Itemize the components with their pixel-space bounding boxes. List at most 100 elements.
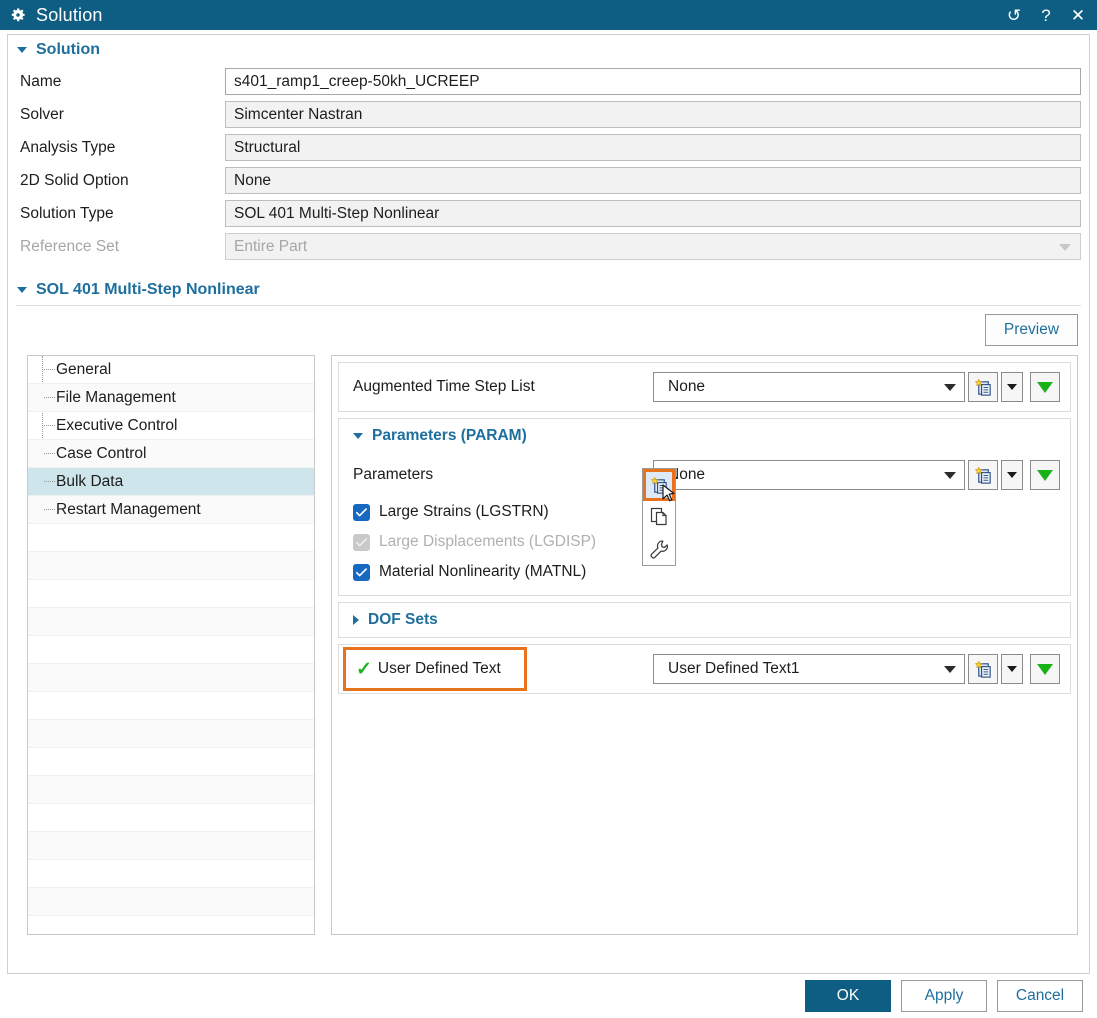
green-down-arrow-icon <box>1037 469 1053 481</box>
label-analysis-type: Analysis Type <box>20 138 116 156</box>
tree-empty-row <box>28 636 314 664</box>
tree-rows: General File Management Executive Control C… <box>28 356 314 934</box>
value-solver: Simcenter Nastran <box>225 101 1081 128</box>
property-row-name: Name s401_ramp1_creep-50kh_UCREEP <box>8 65 1089 98</box>
tree-item-executive-control[interactable]: Executive Control <box>28 412 314 440</box>
parameters-new-button[interactable] <box>968 460 998 490</box>
parameters-section-header[interactable]: Parameters (PARAM) <box>339 419 1070 453</box>
user-defined-text-row: ✓ User Defined Text User Defined Text1 <box>339 645 1070 693</box>
tree-item-file-management[interactable]: File Management <box>28 384 314 412</box>
property-row-2d-solid-option: 2D Solid Option None <box>8 164 1089 197</box>
tree-connector-icon <box>36 496 56 523</box>
tree-connector-icon <box>36 356 56 383</box>
chevron-down-icon <box>1059 243 1071 251</box>
parameters-row: Parameters None <box>339 453 1070 497</box>
label-solution-type: Solution Type <box>20 204 114 222</box>
checkbox-large-displacements-label: Large Displacements (LGDISP) <box>379 533 597 550</box>
group-header-solution-label: Solution <box>36 41 100 58</box>
dof-sets-section-header[interactable]: DOF Sets <box>339 603 1070 637</box>
group-header-sol401[interactable]: SOL 401 Multi-Step Nonlinear <box>8 275 1089 305</box>
augmented-new-button[interactable] <box>968 372 998 402</box>
tree-connector-icon <box>36 440 56 467</box>
tree-item-label: Case Control <box>56 444 147 462</box>
flyout-item-edit[interactable] <box>643 533 675 565</box>
chevron-down-icon <box>1007 384 1017 390</box>
preview-button[interactable]: Preview <box>985 314 1078 346</box>
user-defined-text-new-button[interactable] <box>968 654 998 684</box>
checkbox-material-nonlinearity[interactable]: Material Nonlinearity (MATNL) <box>339 557 1070 587</box>
combo-augmented-time-step-list[interactable]: None <box>653 372 965 402</box>
gear-icon <box>9 6 27 24</box>
user-defined-text-flyout-menu[interactable] <box>642 468 676 566</box>
user-defined-text-apply-button[interactable] <box>1030 654 1060 684</box>
cancel-button[interactable]: Cancel <box>997 980 1083 1012</box>
tree-empty-row <box>28 692 314 720</box>
green-check-icon: ✓ <box>356 658 372 680</box>
tree-item-case-control[interactable]: Case Control <box>28 440 314 468</box>
checkbox-icon <box>353 503 370 521</box>
tree-item-label: General <box>56 360 112 378</box>
chevron-right-icon <box>353 615 359 625</box>
close-icon[interactable]: ✕ <box>1069 6 1087 24</box>
label-name: Name <box>20 72 62 90</box>
parameters-card: Parameters (PARAM) Parameters None Large… <box>338 418 1071 596</box>
chevron-down-icon <box>1007 472 1017 478</box>
parameters-apply-button[interactable] <box>1030 460 1060 490</box>
input-name[interactable]: s401_ramp1_creep-50kh_UCREEP <box>225 68 1081 95</box>
augmented-time-step-row: Augmented Time Step List None <box>339 363 1070 411</box>
value-augmented-time-step-list: None <box>668 378 706 395</box>
chevron-down-icon <box>944 666 956 673</box>
tree-item-label: File Management <box>56 388 176 406</box>
property-row-analysis-type: Analysis Type Structural <box>8 131 1089 164</box>
checkbox-large-displacements: Large Displacements (LGDISP) <box>339 527 1070 557</box>
tree-item-restart-management[interactable]: Restart Management <box>28 496 314 524</box>
dialog-footer: OK Apply Cancel <box>0 974 1097 1018</box>
property-row-solver: Solver Simcenter Nastran <box>8 98 1089 131</box>
augmented-apply-button[interactable] <box>1030 372 1060 402</box>
tree-item-general[interactable]: General <box>28 356 314 384</box>
tree-item-bulk-data[interactable]: Bulk Data <box>28 468 314 496</box>
tree-empty-row <box>28 720 314 748</box>
tree-connector-icon <box>36 468 56 495</box>
dialog-body: Solution Name s401_ramp1_creep-50kh_UCRE… <box>7 34 1090 974</box>
help-icon[interactable]: ? <box>1037 6 1055 24</box>
new-object-icon <box>974 378 991 396</box>
content-split: General File Management Executive Control C… <box>8 346 1089 935</box>
new-object-icon <box>974 466 991 484</box>
tree-connector-icon <box>36 384 56 411</box>
ok-button[interactable]: OK <box>805 980 891 1012</box>
value-reference-set: Entire Part <box>234 237 308 255</box>
checkbox-icon <box>353 533 370 551</box>
flyout-item-copy[interactable] <box>643 501 675 533</box>
tree-item-label: Restart Management <box>56 500 201 518</box>
tree-empty-row <box>28 664 314 692</box>
label-2d-solid-option: 2D Solid Option <box>20 171 129 189</box>
dof-sets-card: DOF Sets <box>338 602 1071 638</box>
tree-empty-row <box>28 580 314 608</box>
settings-tree[interactable]: General File Management Executive Control C… <box>27 355 315 935</box>
chevron-down-icon <box>17 287 27 293</box>
window-title: Solution <box>36 4 103 25</box>
tree-empty-row <box>28 776 314 804</box>
combo-reference-set: Entire Part <box>225 233 1081 260</box>
checkbox-material-nonlinearity-label: Material Nonlinearity (MATNL) <box>379 563 587 580</box>
user-defined-text-more-button[interactable] <box>1001 654 1023 684</box>
tree-empty-row <box>28 804 314 832</box>
checkbox-large-strains[interactable]: Large Strains (LGSTRN) <box>339 497 1070 527</box>
label-solver: Solver <box>20 105 64 123</box>
sol401-content: Preview General File Management Executive … <box>8 306 1089 935</box>
reset-icon[interactable]: ↺ <box>1005 6 1023 24</box>
group-header-solution[interactable]: Solution <box>8 35 1089 65</box>
augmented-more-button[interactable] <box>1001 372 1023 402</box>
tree-empty-row <box>28 524 314 552</box>
combo-parameters[interactable]: None <box>653 460 965 490</box>
augmented-time-step-card: Augmented Time Step List None <box>338 362 1071 412</box>
combo-user-defined-text[interactable]: User Defined Text1 <box>653 654 965 684</box>
new-object-icon <box>974 660 991 678</box>
chevron-down-icon <box>353 433 363 439</box>
apply-button[interactable]: Apply <box>901 980 987 1012</box>
title-bar: Solution ↺ ? ✕ <box>0 0 1097 30</box>
parameters-more-button[interactable] <box>1001 460 1023 490</box>
property-row-reference-set: Reference Set Entire Part <box>8 230 1089 263</box>
flyout-item-new[interactable] <box>643 469 675 502</box>
